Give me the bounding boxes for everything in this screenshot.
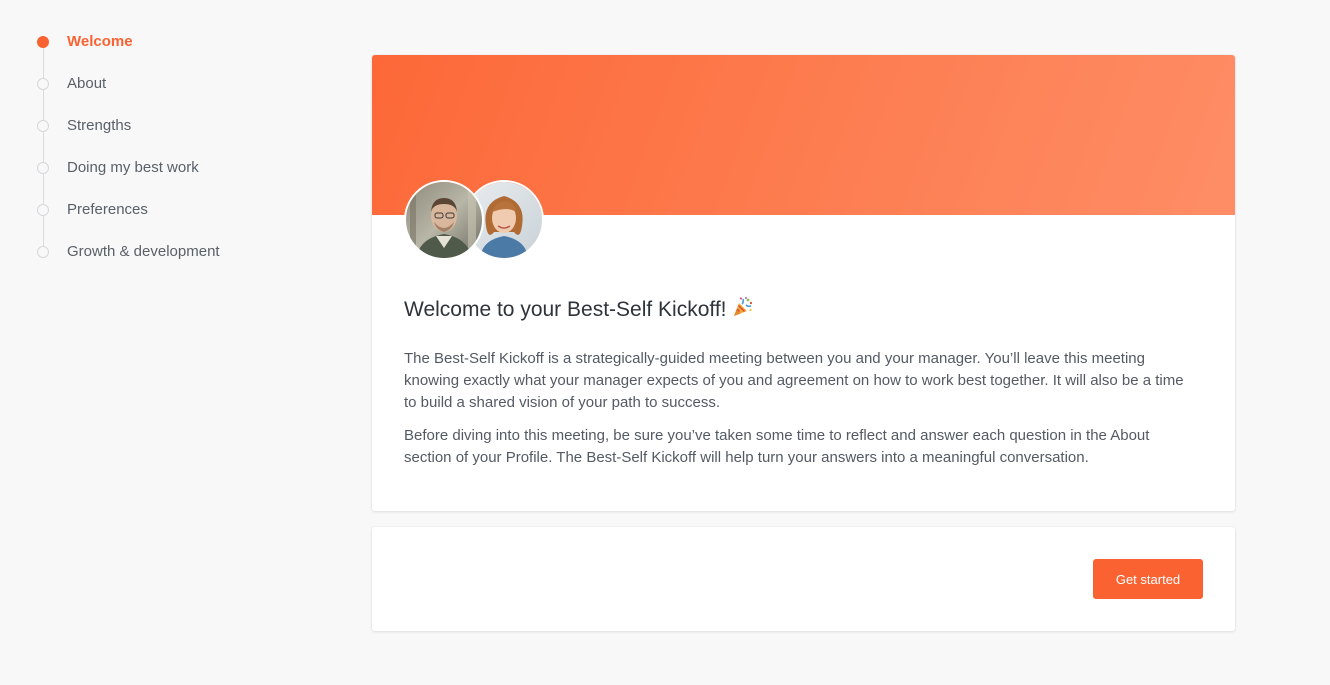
step-preferences[interactable]: Preferences [0,195,300,225]
intro-paragraph: The Best-Self Kickoff is a strategically… [404,350,1184,411]
step-indicator-dot [37,162,49,174]
employee-avatar [404,180,484,260]
action-card: Get started [372,527,1235,631]
step-doing-my-best-work[interactable]: Doing my best work [0,153,300,183]
step-indicator-dot [37,246,49,258]
step-label: Growth & development [67,243,220,260]
step-label: Welcome [67,33,133,50]
step-label: About [67,75,107,92]
welcome-card: Welcome to your Best-Self Kickoff! The B… [372,55,1235,511]
step-growth-development[interactable]: Growth & development [0,237,300,267]
get-started-button[interactable]: Get started [1093,559,1203,599]
welcome-title: Welcome to your Best-Self Kickoff! [404,295,755,327]
step-label: Preferences [67,201,148,218]
step-indicator-dot [37,120,49,132]
step-strengths[interactable]: Strengths [0,111,300,141]
step-indicator-dot [37,78,49,90]
step-indicator-dot [37,204,49,216]
step-about[interactable]: About [0,69,300,99]
instructions-paragraph: Before diving into this meeting, be sure… [404,427,1150,466]
step-navigation: Welcome About Strengths Doing my best wo… [0,0,330,685]
step-indicator-dot [37,36,49,48]
welcome-title-text: Welcome to your Best-Self Kickoff! [404,298,727,321]
step-label: Doing my best work [67,159,199,176]
step-label: Strengths [67,117,132,134]
step-welcome[interactable]: Welcome [0,27,300,57]
party-popper-icon [731,295,755,327]
